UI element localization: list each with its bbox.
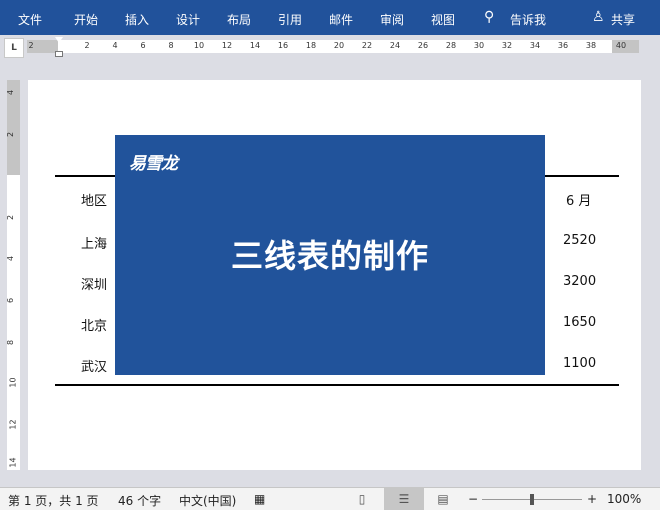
ribbon-tabs: 文件 开始 插入 设计 布局 引用 邮件 审阅 视图 ⚲ 告诉我 ♙ 共享 bbox=[0, 0, 660, 35]
brand-logo: 易雪龙 bbox=[129, 154, 178, 174]
tab-review[interactable]: 审阅 bbox=[380, 11, 404, 28]
ruler-tick: 2 bbox=[84, 41, 90, 50]
table-bottom-rule bbox=[55, 384, 619, 386]
zoom-level[interactable]: 100% bbox=[607, 492, 641, 506]
title-banner: 易雪龙 三线表的制作 bbox=[115, 135, 545, 375]
ruler-tick: 6 bbox=[6, 297, 16, 304]
ruler-tick: 12 bbox=[221, 41, 233, 50]
ruler-tick: 12 bbox=[8, 419, 18, 430]
ruler-tick: 24 bbox=[389, 41, 401, 50]
print-layout-icon[interactable]: ☰ bbox=[384, 488, 424, 510]
tab-design[interactable]: 设计 bbox=[176, 11, 200, 28]
page-count[interactable]: 第 1 页，共 1 页 bbox=[8, 492, 99, 509]
zoom-out-button[interactable]: − bbox=[468, 492, 478, 506]
ruler-tick: 8 bbox=[168, 41, 174, 50]
share-button[interactable]: 共享 bbox=[611, 11, 635, 28]
table-cell: 6 月 bbox=[566, 194, 592, 209]
ruler-tick: 14 bbox=[249, 41, 261, 50]
word-count[interactable]: 46 个字 bbox=[118, 492, 161, 509]
ruler-tick: 10 bbox=[193, 41, 205, 50]
web-layout-icon[interactable]: ▤ bbox=[428, 488, 458, 510]
tell-me-button[interactable]: 告诉我 bbox=[510, 11, 546, 28]
ruler-tick: 2 bbox=[6, 131, 16, 138]
tab-references[interactable]: 引用 bbox=[278, 11, 302, 28]
ruler-tick: 20 bbox=[333, 41, 345, 50]
ruler-tick: 26 bbox=[417, 41, 429, 50]
zoom-in-button[interactable]: + bbox=[587, 492, 597, 506]
ruler-tick: 10 bbox=[8, 377, 18, 388]
table-cell: 1100 bbox=[563, 356, 597, 371]
tab-file[interactable]: 文件 bbox=[18, 11, 42, 28]
zoom-slider-thumb[interactable] bbox=[530, 494, 534, 505]
ruler-tick: 22 bbox=[361, 41, 373, 50]
banner-title: 三线表的制作 bbox=[230, 237, 429, 275]
tab-stop-selector[interactable]: L bbox=[4, 38, 24, 58]
ruler-tick: 18 bbox=[305, 41, 317, 50]
status-bar: 第 1 页，共 1 页 46 个字 中文(中国) ▦ ▯ ☰ ▤ − + 100… bbox=[0, 487, 660, 510]
table-cell: 地区 bbox=[81, 194, 108, 209]
person-add-icon[interactable]: ♙ bbox=[592, 9, 605, 25]
ruler-tick: 8 bbox=[6, 339, 16, 346]
read-mode-icon[interactable]: ▯ bbox=[347, 488, 377, 510]
lightbulb-icon[interactable]: ⚲ bbox=[484, 9, 494, 25]
horizontal-ruler[interactable]: 2 2 4 6 8 10 12 14 16 18 20 22 24 26 28 … bbox=[27, 40, 639, 53]
table-cell: 3200 bbox=[563, 274, 597, 289]
ruler-tick: 40 bbox=[615, 41, 627, 50]
ruler-tick: 4 bbox=[112, 41, 118, 50]
macro-icon[interactable]: ▦ bbox=[254, 492, 265, 506]
tab-layout[interactable]: 布局 bbox=[227, 11, 251, 28]
ruler-tick: 28 bbox=[445, 41, 457, 50]
ruler-tick: 14 bbox=[8, 457, 18, 468]
ruler-tick: 34 bbox=[529, 41, 541, 50]
ruler-tick: 2 bbox=[28, 41, 34, 50]
ruler-tick: 4 bbox=[6, 89, 16, 96]
ruler-tick: 2 bbox=[6, 214, 16, 221]
tab-insert[interactable]: 插入 bbox=[125, 11, 149, 28]
tab-home[interactable]: 开始 bbox=[74, 11, 98, 28]
ruler-tick: 6 bbox=[140, 41, 146, 50]
ruler-tick: 16 bbox=[277, 41, 289, 50]
table-cell: 武汉 bbox=[81, 360, 108, 375]
document-page[interactable]: 地区 上海 深圳 北京 武汉 6 月 2520 3200 1650 1100 易… bbox=[28, 80, 641, 470]
language[interactable]: 中文(中国) bbox=[179, 492, 236, 509]
ruler-tick: 32 bbox=[501, 41, 513, 50]
ruler-tick: 4 bbox=[6, 255, 16, 262]
table-cell: 1650 bbox=[563, 315, 597, 330]
table-cell: 上海 bbox=[81, 237, 108, 252]
zoom-slider[interactable] bbox=[482, 494, 582, 505]
table-cell: 深圳 bbox=[81, 278, 108, 293]
table-cell: 2520 bbox=[563, 233, 597, 248]
tab-mailings[interactable]: 邮件 bbox=[329, 11, 353, 28]
ruler-tick: 36 bbox=[557, 41, 569, 50]
indent-marker[interactable] bbox=[55, 37, 63, 61]
table-cell: 北京 bbox=[81, 319, 108, 334]
ruler-tick: 30 bbox=[473, 41, 485, 50]
vertical-ruler[interactable]: 4 2 2 4 6 8 10 12 14 bbox=[6, 80, 20, 470]
tab-view[interactable]: 视图 bbox=[431, 11, 455, 28]
ruler-tick: 38 bbox=[585, 41, 597, 50]
